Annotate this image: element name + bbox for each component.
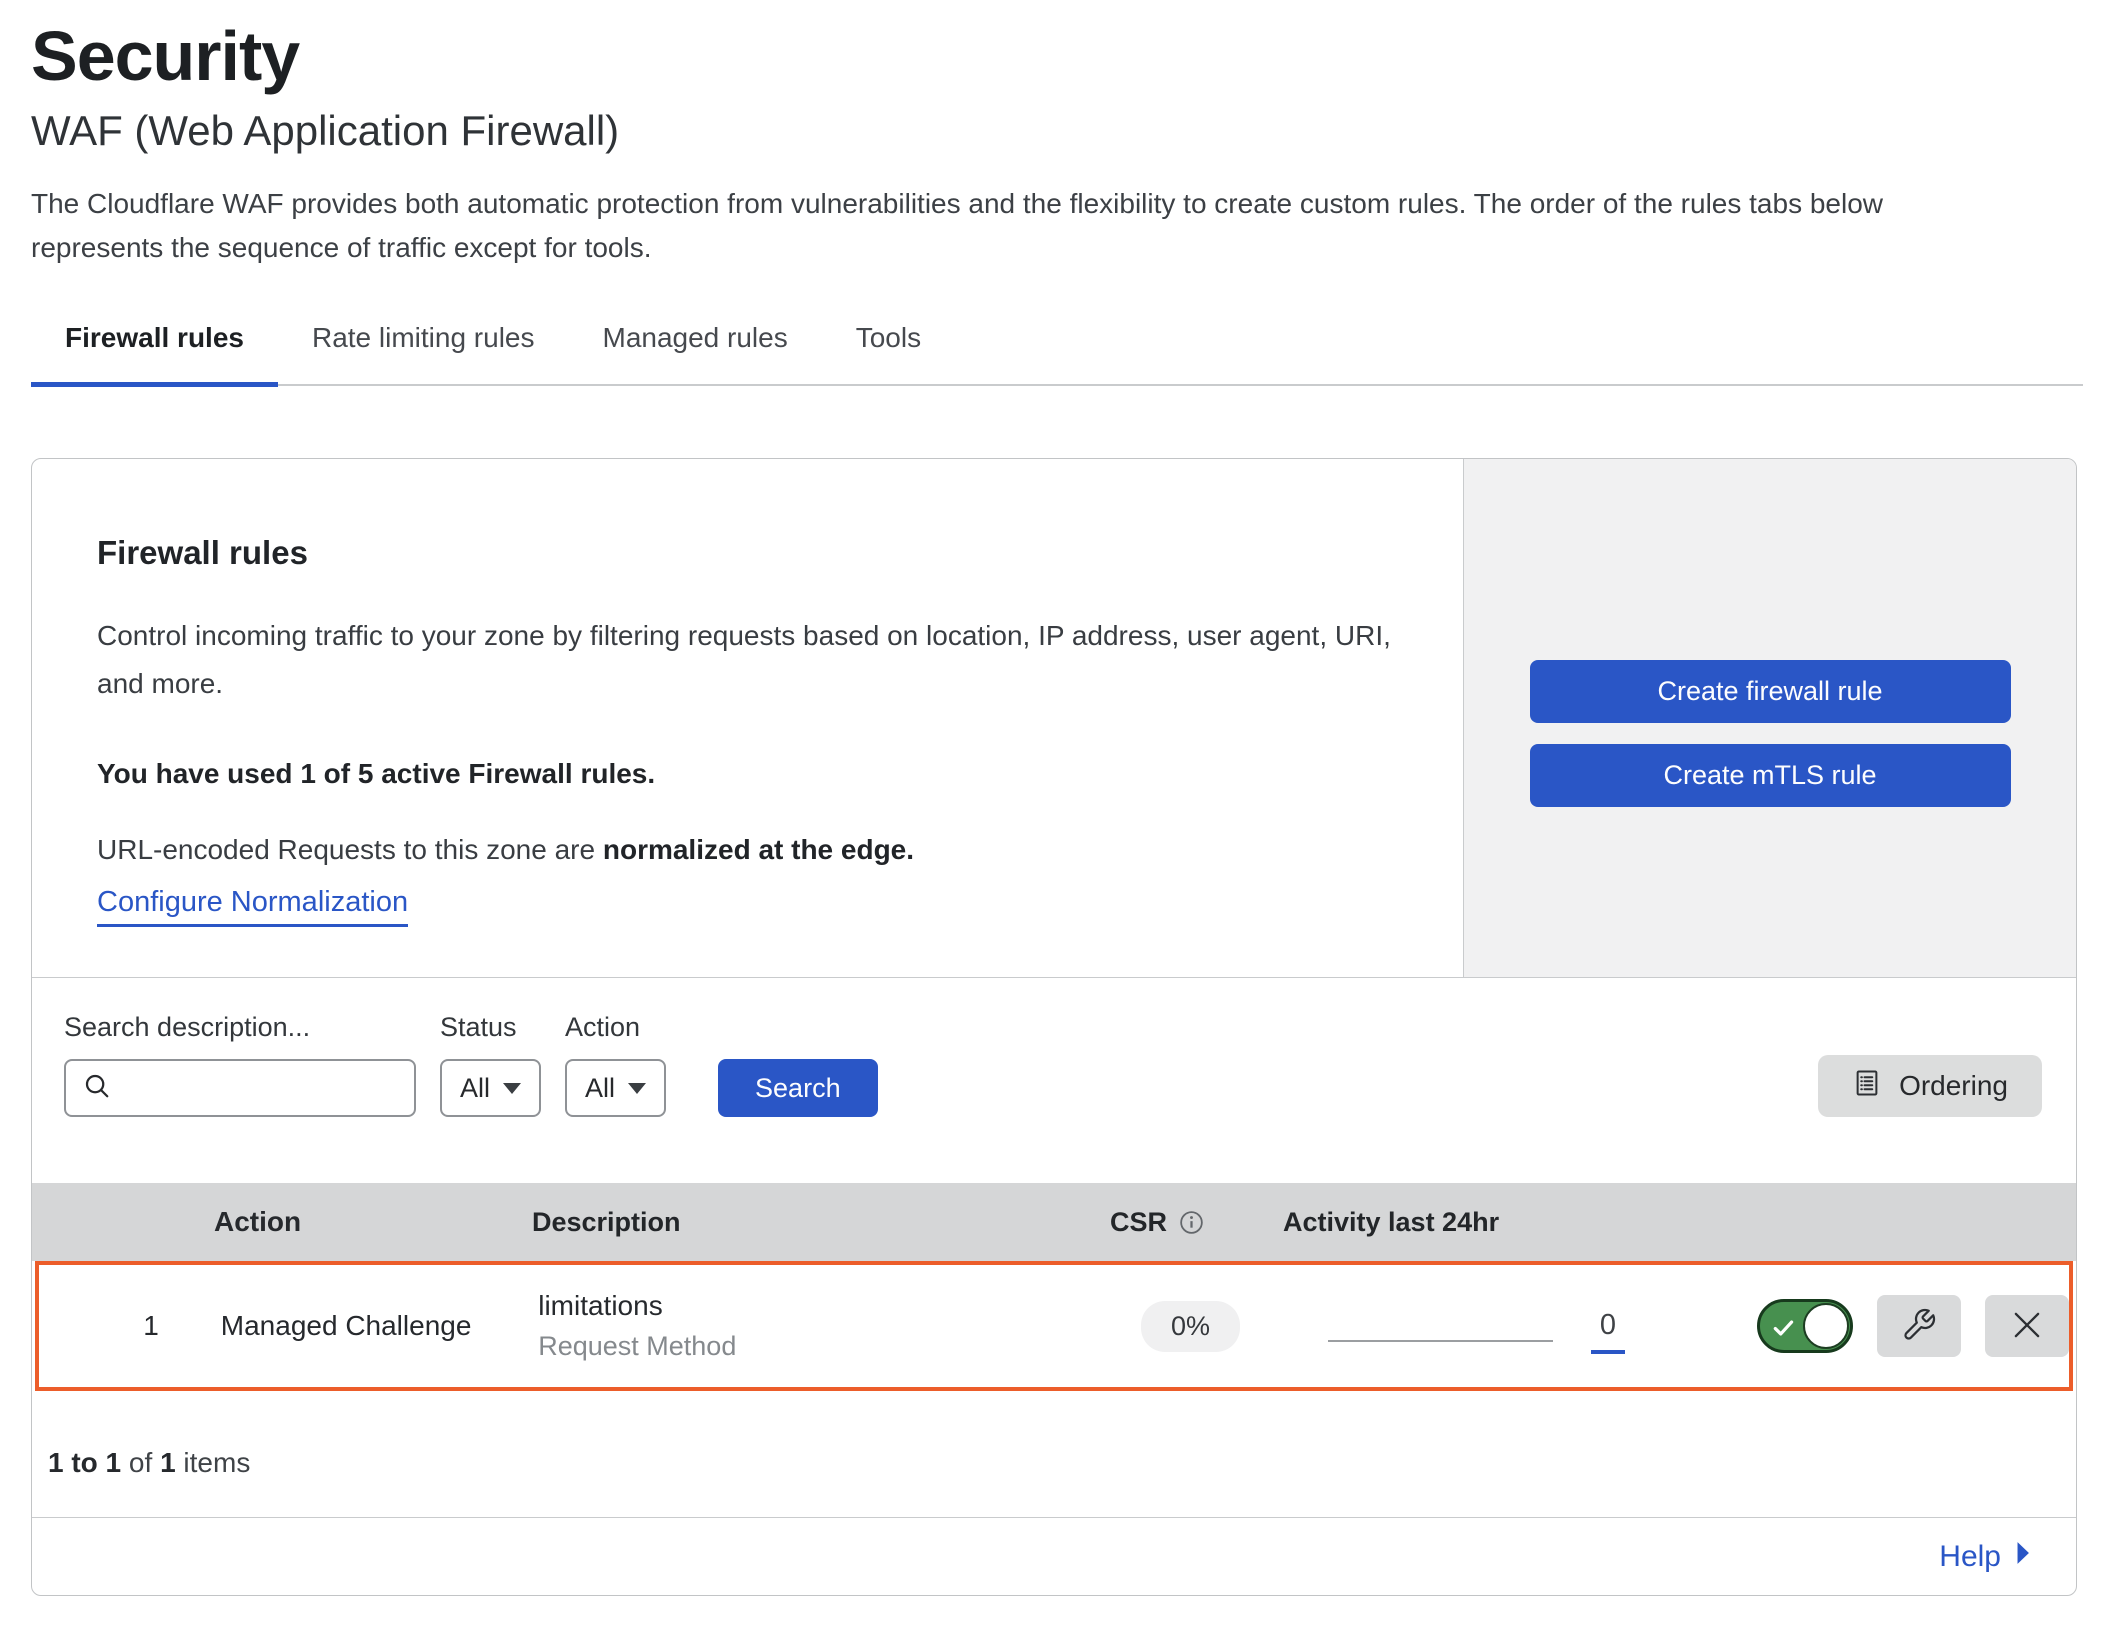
rule-description: limitations [538,1288,1093,1324]
section-description: Control incoming traffic to your zone by… [97,612,1397,708]
usage-note: You have used 1 of 5 active Firewall rul… [97,758,1398,790]
action-field-group: Action All [565,1012,666,1117]
tab-tools[interactable]: Tools [822,322,955,384]
edit-rule-button[interactable] [1877,1295,1961,1357]
rule-expression-summary: Request Method [538,1328,1093,1364]
toggle-knob [1803,1303,1849,1349]
search-label: Search description... [64,1012,416,1043]
header-csr: CSR [1088,1207,1283,1238]
rule-description-cell: limitations Request Method [524,1288,1093,1364]
create-firewall-rule-button[interactable]: Create firewall rule [1530,660,2011,723]
list-document-icon [1852,1068,1882,1105]
chevron-down-icon [628,1083,646,1094]
ordering-button-label: Ordering [1899,1070,2008,1102]
ordering-button[interactable]: Ordering [1818,1055,2042,1117]
tab-managed-rules[interactable]: Managed rules [569,322,822,384]
csr-badge: 0% [1141,1301,1240,1352]
security-waf-page: Security WAF (Web Application Firewall) … [0,0,2114,1596]
rule-priority: 1 [39,1310,207,1342]
wrench-icon [1901,1307,1937,1346]
actions-panel: Create firewall rule Create mTLS rule [1463,459,2076,977]
arrow-right-icon [2015,1540,2032,1574]
activity-count-link[interactable]: 0 [1591,1309,1625,1354]
pagination-summary: 1 to 1 of 1 items [32,1391,2076,1517]
configure-normalization-link[interactable]: Configure Normalization [97,886,408,927]
normalization-note-text: URL-encoded Requests to this zone are [97,834,603,865]
delete-rule-button[interactable] [1985,1295,2069,1357]
header-description: Description [518,1207,1088,1238]
section-title: Firewall rules [97,534,1398,572]
filter-controls: Search description... Status All [64,1012,878,1117]
check-icon [1771,1315,1797,1346]
items-total: 1 [160,1447,176,1478]
search-field-group: Search description... [64,1012,416,1117]
action-label: Action [565,1012,666,1043]
normalization-note-bold: normalized at the edge. [603,834,914,865]
page-description: The Cloudflare WAF provides both automat… [31,182,1961,270]
info-icon[interactable] [1178,1209,1205,1236]
items-suffix: items [176,1447,251,1478]
firewall-rules-info: Firewall rules Control incoming traffic … [32,459,1463,977]
status-field-group: Status All [440,1012,541,1117]
items-range: 1 to 1 [48,1447,121,1478]
waf-tab-bar: Firewall rules Rate limiting rules Manag… [31,322,2083,386]
rule-enabled-toggle[interactable] [1757,1299,1853,1353]
page-subtitle: WAF (Web Application Firewall) [31,106,2083,156]
header-action: Action [200,1206,518,1238]
firewall-rules-card: Firewall rules Control incoming traffic … [31,458,2077,1596]
table-header: Action Description CSR Activity last 24h… [32,1183,2076,1261]
status-dropdown[interactable]: All [440,1059,541,1117]
help-row: Help [32,1517,2076,1595]
search-button[interactable]: Search [718,1059,878,1117]
page-title: Security [31,18,2083,94]
search-icon [82,1071,112,1106]
chevron-down-icon [503,1083,521,1094]
tab-firewall-rules[interactable]: Firewall rules [31,322,278,384]
rule-controls [1737,1295,2069,1357]
header-csr-label: CSR [1110,1207,1167,1238]
tab-rate-limiting-rules[interactable]: Rate limiting rules [278,322,569,384]
header-activity: Activity last 24hr [1283,1207,1733,1238]
rule-activity-cell: 0 [1288,1304,1737,1349]
status-dropdown-value: All [460,1073,490,1104]
rule-csr-cell: 0% [1093,1301,1288,1352]
usage-note-text: You have used 1 of 5 active Firewall rul… [97,758,655,789]
activity-sparkline [1328,1340,1553,1342]
items-of: of [121,1447,160,1478]
create-mtls-rule-button[interactable]: Create mTLS rule [1530,744,2011,807]
help-link-label: Help [1939,1540,2001,1574]
search-input[interactable] [64,1059,416,1117]
action-dropdown-value: All [585,1073,615,1104]
status-label: Status [440,1012,541,1043]
close-icon [2008,1306,2046,1347]
action-dropdown[interactable]: All [565,1059,666,1117]
table-row: 1 Managed Challenge limitations Request … [35,1261,2073,1391]
help-link[interactable]: Help [1939,1540,2032,1574]
filter-bar: Search description... Status All [32,978,2076,1183]
normalization-note: URL-encoded Requests to this zone are no… [97,834,1398,866]
firewall-rules-summary: Firewall rules Control incoming traffic … [32,459,2076,978]
rule-action: Managed Challenge [207,1310,524,1342]
